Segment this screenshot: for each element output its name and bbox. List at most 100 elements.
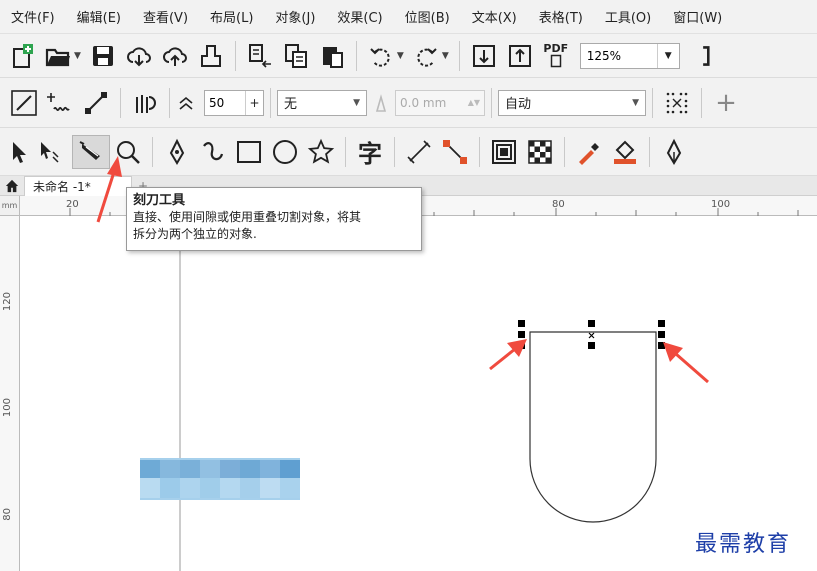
pointer-icon <box>13 141 26 163</box>
upload-arrow-button[interactable] <box>502 39 538 73</box>
dimension-line-icon <box>407 139 431 164</box>
u-shape-object[interactable] <box>529 331 657 523</box>
vertical-ruler[interactable]: 120 100 80 <box>0 196 20 571</box>
fill-select[interactable]: 无 ▼ <box>277 89 367 116</box>
outline-width-value: 0.0 mm <box>400 95 447 110</box>
chevron-down-icon: ▲▼ <box>467 98 480 107</box>
separator <box>649 136 650 167</box>
chevron-down-icon: ▼ <box>632 97 639 108</box>
save-button[interactable] <box>85 39 121 73</box>
tooltip-description-line2: 拆分为两个独立的对象. <box>133 227 257 241</box>
redo-button[interactable] <box>408 39 444 73</box>
transparency-tool-button[interactable] <box>522 135 558 169</box>
undo-icon <box>370 47 390 67</box>
menu-tools[interactable]: 工具(O) <box>605 7 651 26</box>
tooltip-title: 刻刀工具 <box>133 193 186 208</box>
drawing-canvas[interactable] <box>20 216 817 571</box>
text-tool-button[interactable]: 字 <box>352 135 388 169</box>
property-bar: + 无 ▼ 0.0 mm ▲▼ 自动 ▼ + <box>0 78 817 128</box>
auto-select[interactable]: 自动 ▼ <box>498 89 646 116</box>
menu-window[interactable]: 窗口(W) <box>673 7 722 26</box>
bezier-curve-icon <box>203 141 224 160</box>
contour-tool-button[interactable] <box>486 135 522 169</box>
separator <box>701 87 702 118</box>
ruler-origin[interactable]: mm <box>0 196 20 216</box>
ellipse-tool-button[interactable] <box>267 135 303 169</box>
fill-bucket-icon <box>614 140 636 164</box>
menu-view[interactable]: 查看(V) <box>143 7 188 26</box>
print-button[interactable] <box>193 39 229 73</box>
bounding-box-button[interactable] <box>659 86 695 120</box>
smoothing-plus[interactable]: + <box>245 90 263 115</box>
zoom-level-combo[interactable]: ▼ <box>579 42 680 69</box>
menu-object[interactable]: 对象(J) <box>275 7 315 26</box>
pdf-label: PDF <box>543 42 569 55</box>
import-icon <box>248 43 271 68</box>
smoothing-field[interactable]: + <box>204 89 264 116</box>
freehand-mode-button[interactable] <box>42 86 78 120</box>
connector-tool-button[interactable] <box>437 135 473 169</box>
pen-tool-button[interactable] <box>159 135 195 169</box>
separator <box>479 136 480 167</box>
contour-icon <box>492 139 516 164</box>
dimension-tool-button[interactable] <box>401 135 437 169</box>
zoom-level-input[interactable] <box>580 43 657 68</box>
undo-button[interactable] <box>363 39 399 73</box>
menu-layout[interactable]: 布局(L) <box>210 7 253 26</box>
menu-bar: 文件(F) 编辑(E) 查看(V) 布局(L) 对象(J) 效果(C) 位图(B… <box>0 0 817 34</box>
separator <box>169 87 170 118</box>
cloud-download-button[interactable] <box>121 39 157 73</box>
export-button[interactable] <box>278 39 314 73</box>
open-button[interactable] <box>40 39 76 73</box>
canvas-drawing <box>179 216 709 571</box>
star-tool-button[interactable] <box>303 135 339 169</box>
full-screen-button[interactable] <box>686 39 710 73</box>
new-document-button[interactable] <box>4 39 40 73</box>
add-button[interactable]: + <box>708 86 744 120</box>
shape-tool-button[interactable] <box>32 135 66 169</box>
menu-edit[interactable]: 编辑(E) <box>77 7 121 26</box>
menu-effects[interactable]: 效果(C) <box>337 7 382 26</box>
menu-file[interactable]: 文件(F) <box>11 7 55 26</box>
new-document-icon <box>13 43 33 68</box>
outline-pen-tool-button[interactable] <box>656 135 692 169</box>
bezier-tool-button[interactable] <box>195 135 231 169</box>
download-arrow-button[interactable] <box>466 39 502 73</box>
watermark-logo: 最需教育 <box>695 532 792 557</box>
pick-tool-button[interactable] <box>4 135 32 169</box>
separator <box>458 40 460 71</box>
outline-pen-icon <box>375 93 387 112</box>
eyedropper-tool-button[interactable] <box>571 135 607 169</box>
rectangle-tool-button[interactable] <box>231 135 267 169</box>
selection-handles[interactable] <box>518 320 665 349</box>
chevron-down-icon[interactable]: ▼ <box>656 43 679 68</box>
node-line-icon <box>85 91 107 114</box>
publish-pdf-button[interactable]: PDF <box>538 39 574 73</box>
ruler-label: 120 <box>2 292 13 312</box>
import-button[interactable] <box>242 39 278 73</box>
outline-width-field[interactable]: 0.0 mm ▲▼ <box>395 89 485 116</box>
smoothing-input[interactable] <box>205 90 245 115</box>
pen-nib-icon <box>169 138 185 165</box>
redacted-area <box>140 458 300 500</box>
interactive-fill-button[interactable] <box>607 135 643 169</box>
checker-icon <box>528 139 552 164</box>
menu-table[interactable]: 表格(T) <box>539 7 583 26</box>
cut-span-button[interactable] <box>127 86 163 120</box>
save-icon <box>92 45 113 66</box>
home-tab[interactable] <box>0 176 24 196</box>
menu-bitmap[interactable]: 位图(B) <box>405 7 450 26</box>
smoothing-icon <box>179 96 193 110</box>
center-marker <box>588 332 595 339</box>
two-point-line-button[interactable] <box>6 86 42 120</box>
clipboard-button[interactable] <box>314 39 350 73</box>
node-line-button[interactable] <box>78 86 114 120</box>
export-icon <box>284 43 307 68</box>
cloud-upload-button[interactable] <box>157 39 193 73</box>
menu-text[interactable]: 文本(X) <box>472 7 517 26</box>
folder-icon <box>45 48 70 66</box>
smoothing-icon-button <box>176 86 204 120</box>
add-icon: + <box>715 87 737 118</box>
home-icon <box>5 179 19 193</box>
upload-arrow-icon <box>508 44 531 67</box>
